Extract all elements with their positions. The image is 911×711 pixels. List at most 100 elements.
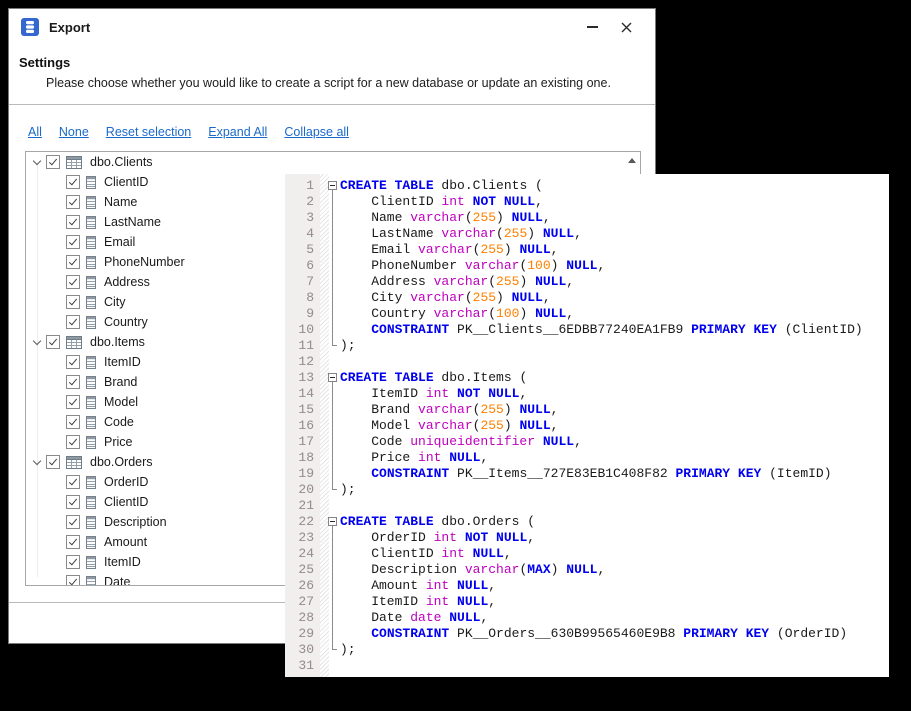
title-bar[interactable]: Export [9,9,655,45]
chevron-down-icon[interactable] [32,455,42,469]
line-number: 30 [285,642,320,658]
checkbox[interactable] [66,535,80,549]
scroll-up-icon[interactable] [628,158,636,163]
checkbox[interactable] [66,175,80,189]
check-icon [69,257,77,266]
check-icon [69,237,77,246]
fold-margin [318,610,340,626]
fold-margin [318,306,340,322]
line-number: 9 [285,306,320,322]
fold-margin [318,322,340,338]
checkbox[interactable] [66,515,80,529]
close-button[interactable] [609,14,643,40]
tree-item-label: Description [104,515,167,529]
code-text: Country varchar(100) NULL, [340,306,574,322]
fold-margin [318,450,340,466]
checkbox[interactable] [66,235,80,249]
checkbox[interactable] [46,455,60,469]
fold-margin [318,242,340,258]
column-icon [86,316,96,329]
checkbox[interactable] [66,215,80,229]
fold-margin [318,386,340,402]
line-number: 15 [285,402,320,418]
fold-margin [318,226,340,242]
line-number: 26 [285,578,320,594]
code-line: 14 ItemID int NOT NULL, [285,386,889,402]
link-none[interactable]: None [59,125,89,139]
link-expand-all[interactable]: Expand All [208,125,267,139]
tree-item-table[interactable]: dbo.Clients [26,152,640,172]
column-icon [86,236,96,249]
checkbox[interactable] [66,495,80,509]
checkbox[interactable] [66,275,80,289]
checkbox[interactable] [66,295,80,309]
line-number: 25 [285,562,320,578]
checkbox[interactable] [46,155,60,169]
checkbox[interactable] [66,315,80,329]
checkbox[interactable] [66,255,80,269]
checkbox[interactable] [66,355,80,369]
fold-margin [318,626,340,642]
line-number: 19 [285,466,320,482]
checkbox[interactable] [66,415,80,429]
table-icon [66,156,82,169]
fold-collapse-icon[interactable] [328,181,337,190]
code-line: 9 Country varchar(100) NULL, [285,306,889,322]
sql-preview-panel[interactable]: 1CREATE TABLE dbo.Clients (2 ClientID in… [285,174,889,677]
checkbox[interactable] [66,395,80,409]
line-number: 27 [285,594,320,610]
checkbox[interactable] [46,335,60,349]
code-line: 25 Description varchar(MAX) NULL, [285,562,889,578]
checkbox[interactable] [66,475,80,489]
link-reset-selection[interactable]: Reset selection [106,125,191,139]
fold-margin [318,498,340,514]
minimize-button[interactable] [575,14,609,40]
window-title: Export [49,20,90,35]
fold-collapse-icon[interactable] [328,373,337,382]
app-icon [21,18,39,36]
line-number: 28 [285,610,320,626]
link-collapse-all[interactable]: Collapse all [284,125,349,139]
fold-margin [318,194,340,210]
code-line: 22CREATE TABLE dbo.Orders ( [285,514,889,530]
code-line: 13CREATE TABLE dbo.Items ( [285,370,889,386]
tree-item-label: dbo.Orders [90,455,153,469]
code-line: 28 Date date NULL, [285,610,889,626]
code-text: CONSTRAINT PK__Items__727E83EB1C408F82 P… [340,466,832,482]
check-icon [69,377,77,386]
fold-margin [318,178,340,194]
checkbox[interactable] [66,555,80,569]
check-icon [49,457,57,466]
code-text: ClientID int NOT NULL, [340,194,543,210]
fold-margin [318,290,340,306]
tree-item-label: Model [104,395,138,409]
checkbox[interactable] [66,195,80,209]
code-text: Description varchar(MAX) NULL, [340,562,605,578]
line-number: 23 [285,530,320,546]
code-text: OrderID int NOT NULL, [340,530,535,546]
code-lines: 1CREATE TABLE dbo.Clients (2 ClientID in… [285,178,889,674]
checkbox[interactable] [66,375,80,389]
checkbox[interactable] [66,435,80,449]
fold-collapse-icon[interactable] [328,517,337,526]
code-line: 6 PhoneNumber varchar(100) NULL, [285,258,889,274]
code-line: 29 CONSTRAINT PK__Orders__630B99565460E9… [285,626,889,642]
chevron-down-icon[interactable] [32,155,42,169]
minimize-icon [587,26,598,28]
line-number: 12 [285,354,320,370]
code-text: Date date NULL, [340,610,488,626]
close-icon [621,22,632,33]
code-text: Model varchar(255) NULL, [340,418,558,434]
tree-item-label: Name [104,195,137,209]
code-text: Brand varchar(255) NULL, [340,402,558,418]
chevron-down-icon[interactable] [32,335,42,349]
link-all[interactable]: All [28,125,42,139]
column-icon [86,476,96,489]
column-icon [86,536,96,549]
checkbox[interactable] [66,575,80,586]
column-icon [86,556,96,569]
check-icon [69,537,77,546]
code-line: 17 Code uniqueidentifier NULL, [285,434,889,450]
check-icon [69,517,77,526]
code-line: 23 OrderID int NOT NULL, [285,530,889,546]
